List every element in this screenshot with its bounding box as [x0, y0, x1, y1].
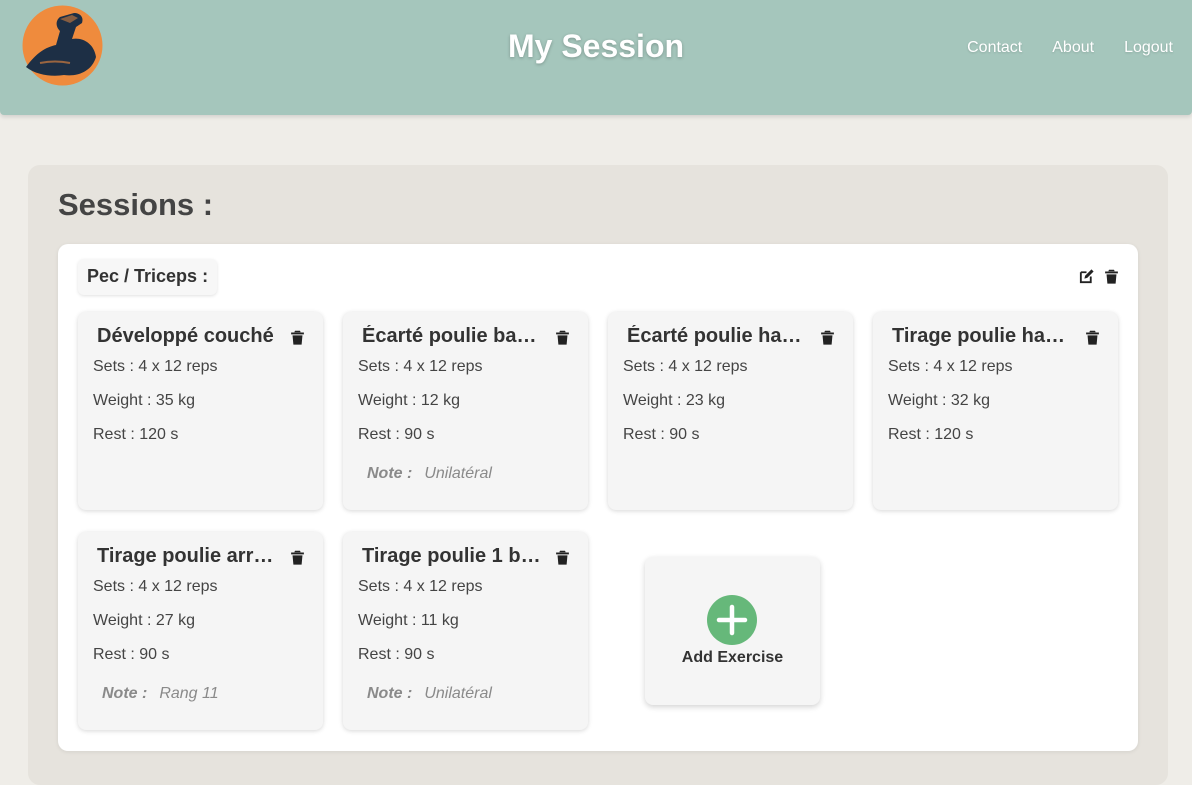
nav-link-contact[interactable]: Contact: [967, 39, 1022, 57]
page-title: Sessions :: [58, 187, 214, 222]
exercise-sets: Sets : 4 x 12 reps: [93, 358, 218, 375]
exercise-card[interactable]: Écarté poulie haute Sets : 4 x 12 reps W…: [608, 312, 853, 510]
exercise-rest: Rest : 90 s: [358, 426, 435, 443]
nav-links: Contact About Logout: [967, 39, 1173, 57]
exercise-name: Écarté poulie basse: [362, 325, 542, 347]
plus-icon: [707, 595, 757, 645]
exercise-rest: Rest : 90 s: [93, 646, 170, 663]
exercise-name: Tirage poulie arrière: [97, 545, 277, 567]
exercise-card[interactable]: Écarté poulie basse Sets : 4 x 12 reps W…: [343, 312, 588, 510]
exercise-rest: Rest : 90 s: [358, 646, 435, 663]
session-card: Pec / Triceps : Développé couché Sets : …: [58, 244, 1138, 751]
exercise-note: Note : Unilatéral: [367, 465, 492, 483]
add-exercise-button[interactable]: Add Exercise: [645, 557, 820, 705]
add-exercise-label: Add Exercise: [681, 649, 784, 666]
trash-icon[interactable]: [554, 329, 571, 346]
trash-icon[interactable]: [1084, 329, 1101, 346]
note-text: Rang 11: [159, 685, 219, 702]
trash-icon[interactable]: [289, 329, 306, 346]
exercise-rest: Rest : 90 s: [623, 426, 700, 443]
note-label: Note :: [367, 685, 413, 702]
trash-icon[interactable]: [819, 329, 836, 346]
exercise-rest: Rest : 120 s: [888, 426, 974, 443]
exercise-name: Tirage poulie 1 bras: [362, 545, 542, 567]
exercise-sets: Sets : 4 x 12 reps: [93, 578, 218, 595]
edit-icon[interactable]: [1078, 268, 1095, 285]
exercise-sets: Sets : 4 x 12 reps: [623, 358, 748, 375]
exercise-weight: Weight : 32 kg: [888, 392, 990, 409]
exercise-sets: Sets : 4 x 12 reps: [358, 578, 483, 595]
exercise-weight: Weight : 23 kg: [623, 392, 725, 409]
exercise-note: Note : Unilatéral: [367, 685, 492, 703]
exercise-name: Écarté poulie haute: [627, 325, 807, 347]
exercise-weight: Weight : 11 kg: [358, 612, 459, 629]
exercise-sets: Sets : 4 x 12 reps: [888, 358, 1013, 375]
exercise-weight: Weight : 12 kg: [358, 392, 460, 409]
flexed-arm-icon[interactable]: [22, 5, 103, 86]
session-actions: [1078, 268, 1120, 285]
nav-link-about[interactable]: About: [1052, 39, 1094, 57]
exercise-name: Tirage poulie haute: [892, 325, 1072, 347]
exercise-rest: Rest : 120 s: [93, 426, 179, 443]
exercise-weight: Weight : 27 kg: [93, 612, 195, 629]
sessions-panel: Sessions : Pec / Triceps : Développé cou…: [28, 165, 1168, 785]
exercise-weight: Weight : 35 kg: [93, 392, 195, 409]
exercise-card[interactable]: Développé couché Sets : 4 x 12 reps Weig…: [78, 312, 323, 510]
exercise-card[interactable]: Tirage poulie haute Sets : 4 x 12 reps W…: [873, 312, 1118, 510]
note-label: Note :: [367, 465, 413, 482]
exercise-name: Développé couché: [97, 325, 274, 347]
header-bar: My Session Contact About Logout: [0, 0, 1192, 115]
note-label: Note :: [102, 685, 148, 702]
nav-link-logout[interactable]: Logout: [1124, 39, 1173, 57]
note-text: Unilatéral: [424, 685, 492, 702]
note-text: Unilatéral: [424, 465, 492, 482]
trash-icon[interactable]: [289, 549, 306, 566]
exercise-sets: Sets : 4 x 12 reps: [358, 358, 483, 375]
session-name[interactable]: Pec / Triceps :: [78, 259, 218, 295]
trash-icon[interactable]: [1103, 268, 1120, 285]
exercise-card[interactable]: Tirage poulie arrière Sets : 4 x 12 reps…: [78, 532, 323, 730]
exercise-note: Note : Rang 11: [102, 685, 219, 703]
trash-icon[interactable]: [554, 549, 571, 566]
exercise-card[interactable]: Tirage poulie 1 bras Sets : 4 x 12 reps …: [343, 532, 588, 730]
